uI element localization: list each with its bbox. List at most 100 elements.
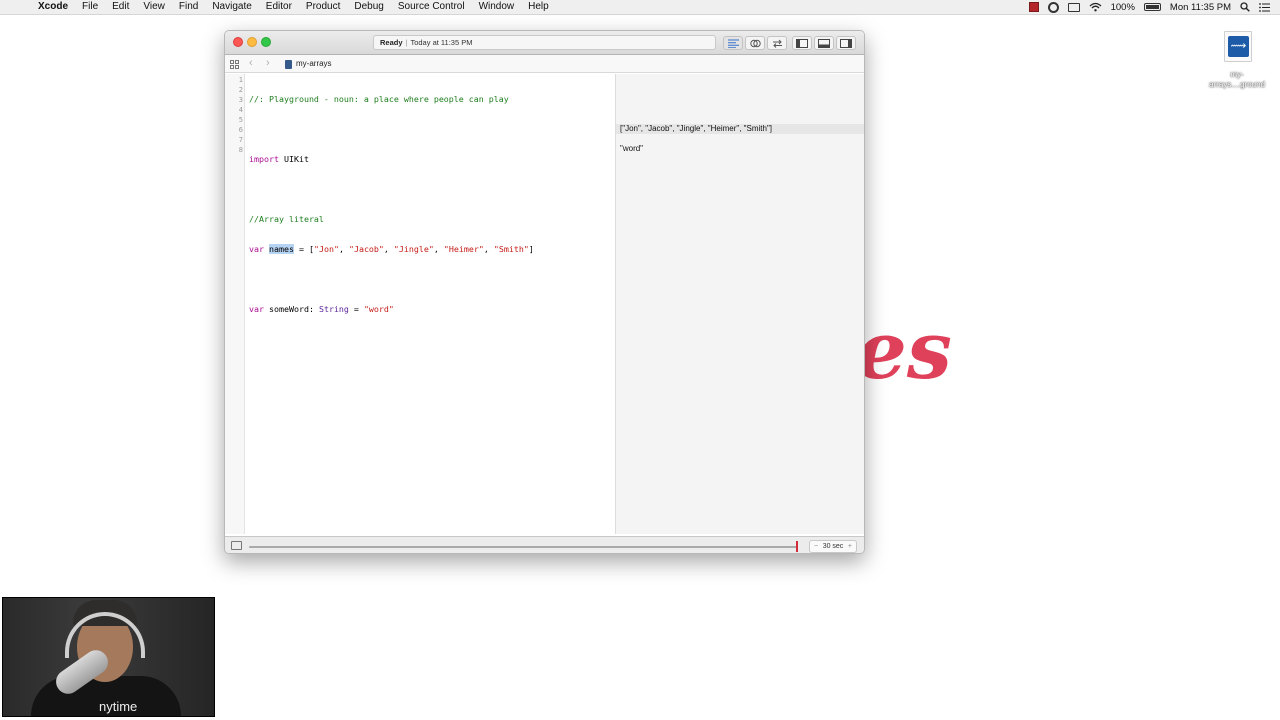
code-punctuation: = xyxy=(348,304,364,314)
comment-text: //: Playground - noun: a place where peo… xyxy=(249,94,509,104)
menu-source-control[interactable]: Source Control xyxy=(398,0,465,14)
code-punctuation: , xyxy=(383,244,394,254)
code-line-3[interactable]: import UIKit xyxy=(249,154,534,164)
toggle-debug-area-button[interactable] xyxy=(814,36,834,50)
arrows-icon xyxy=(772,39,782,48)
selected-identifier[interactable]: names xyxy=(269,244,294,254)
playground-badge-icon: ⟿ xyxy=(1228,36,1249,57)
toggle-utilities-button[interactable] xyxy=(836,36,856,50)
creative-cloud-icon[interactable] xyxy=(1047,1,1059,13)
menu-debug[interactable]: Debug xyxy=(354,0,383,14)
timeline-slider-thumb[interactable] xyxy=(796,541,798,552)
editor-mode-group xyxy=(723,36,787,50)
result-names[interactable]: ["Jon", "Jacob", "Jingle", "Heimer", "Sm… xyxy=(616,124,864,134)
window-toolbar: Ready | Today at 11:35 PM xyxy=(225,31,864,55)
menu-window[interactable]: Window xyxy=(479,0,515,14)
string-literal: "Jacob" xyxy=(348,244,384,254)
import-keyword: import xyxy=(249,154,279,164)
menu-editor[interactable]: Editor xyxy=(266,0,292,14)
execution-bar: − 30 sec + xyxy=(225,536,864,553)
xcode-playground-window: Ready | Today at 11:35 PM ‹ › my-arrays … xyxy=(224,30,865,554)
webcam-shirt-text: nytime xyxy=(99,699,138,714)
menu-help[interactable]: Help xyxy=(528,0,549,14)
jump-bar: ‹ › my-arrays xyxy=(225,55,864,73)
menu-navigate[interactable]: Navigate xyxy=(212,0,251,14)
wifi-icon[interactable] xyxy=(1089,2,1102,12)
left-panel-icon xyxy=(796,38,808,48)
menu-edit[interactable]: Edit xyxy=(112,0,129,14)
menu-find[interactable]: Find xyxy=(179,0,198,14)
standard-editor-button[interactable] xyxy=(723,36,743,50)
result-someword[interactable]: "word" xyxy=(616,144,864,154)
code-punctuation: = [ xyxy=(293,244,314,254)
timeline-slider[interactable] xyxy=(249,546,797,548)
menu-file[interactable]: File xyxy=(82,0,98,14)
align-lines-icon xyxy=(727,39,739,48)
related-items-icon[interactable] xyxy=(230,60,239,71)
minimize-button[interactable] xyxy=(247,37,257,47)
airplay-icon[interactable] xyxy=(1067,2,1080,12)
jump-bar-file-name[interactable]: my-arrays xyxy=(296,59,332,68)
source-editor[interactable]: 1 2 3 4 5 6 7 8 //: Playground - noun: a… xyxy=(225,74,615,534)
close-button[interactable] xyxy=(233,37,243,47)
var-keyword: var xyxy=(249,244,264,254)
results-sidebar: ["Jon", "Jacob", "Jingle", "Heimer", "Sm… xyxy=(615,74,864,534)
code-line-7[interactable] xyxy=(249,274,534,284)
code-line-5[interactable]: //Array literal xyxy=(249,214,534,224)
menu-view[interactable]: View xyxy=(143,0,165,14)
code-line-1[interactable]: //: Playground - noun: a place where peo… xyxy=(249,94,534,104)
forward-chevron-icon[interactable]: › xyxy=(266,56,270,70)
variable-name: someWord: xyxy=(264,304,319,314)
stepper-minus[interactable]: − xyxy=(814,541,818,552)
menu-product[interactable]: Product xyxy=(306,0,340,14)
code-punctuation: , xyxy=(483,244,494,254)
stepper-plus[interactable]: + xyxy=(848,541,852,552)
console-toggle-icon[interactable] xyxy=(231,541,242,550)
line-number: 1 xyxy=(238,76,243,84)
line-number: 7 xyxy=(238,136,243,144)
record-status-icon[interactable] xyxy=(1028,2,1039,12)
code-text[interactable]: //: Playground - noun: a place where peo… xyxy=(249,74,534,334)
version-editor-button[interactable] xyxy=(767,36,787,50)
battery-icon[interactable] xyxy=(1143,3,1161,11)
playground-file-icon[interactable]: ⟿ xyxy=(1224,31,1252,62)
line-number: 8 xyxy=(238,146,243,154)
view-toggle-group xyxy=(792,36,856,50)
string-literal: "Jon" xyxy=(313,244,339,254)
duration-value: 30 sec xyxy=(822,543,844,550)
code-line-4[interactable] xyxy=(249,184,534,194)
battery-percent[interactable]: 100% xyxy=(1111,2,1135,13)
code-line-8[interactable]: var someWord: String = "word" xyxy=(249,304,534,314)
type-name: String xyxy=(318,304,349,314)
line-number: 6 xyxy=(238,126,243,134)
rings-icon xyxy=(749,39,761,47)
right-panel-icon xyxy=(840,38,852,48)
menu-xcode[interactable]: Xcode xyxy=(38,0,68,14)
string-literal: "word" xyxy=(363,304,394,314)
code-punctuation: ] xyxy=(528,244,534,254)
clock[interactable]: Mon 11:35 PM xyxy=(1170,2,1231,13)
menu-bar: Xcode File Edit View Find Navigate Edito… xyxy=(0,0,1280,15)
string-literal: "Jingle" xyxy=(393,244,434,254)
line-number: 5 xyxy=(238,116,243,124)
activity-viewer: Ready | Today at 11:35 PM xyxy=(373,35,716,50)
zoom-button[interactable] xyxy=(261,37,271,47)
playground-file-small-icon xyxy=(285,60,292,69)
activity-status: Ready xyxy=(380,38,403,47)
back-chevron-icon[interactable]: ‹ xyxy=(249,56,253,70)
duration-stepper[interactable]: − 30 sec + xyxy=(809,540,857,553)
var-keyword: var xyxy=(249,304,264,314)
code-line-6[interactable]: var names = ["Jon", "Jacob", "Jingle", "… xyxy=(249,244,534,254)
search-icon[interactable] xyxy=(1240,2,1250,12)
string-literal: "Smith" xyxy=(493,244,529,254)
toggle-navigator-button[interactable] xyxy=(792,36,812,50)
assistant-editor-button[interactable] xyxy=(745,36,765,50)
comment-text: //Array literal xyxy=(249,214,324,224)
activity-time: Today at 11:35 PM xyxy=(410,38,473,47)
desktop-file-label[interactable]: my-arrays....ground xyxy=(1204,70,1270,90)
background-logo: es xyxy=(856,303,952,397)
code-line-2[interactable] xyxy=(249,124,534,134)
module-name: UIKit xyxy=(278,154,309,164)
status-area: 100% Mon 11:35 PM xyxy=(1028,0,1270,14)
list-icon[interactable] xyxy=(1259,2,1270,12)
